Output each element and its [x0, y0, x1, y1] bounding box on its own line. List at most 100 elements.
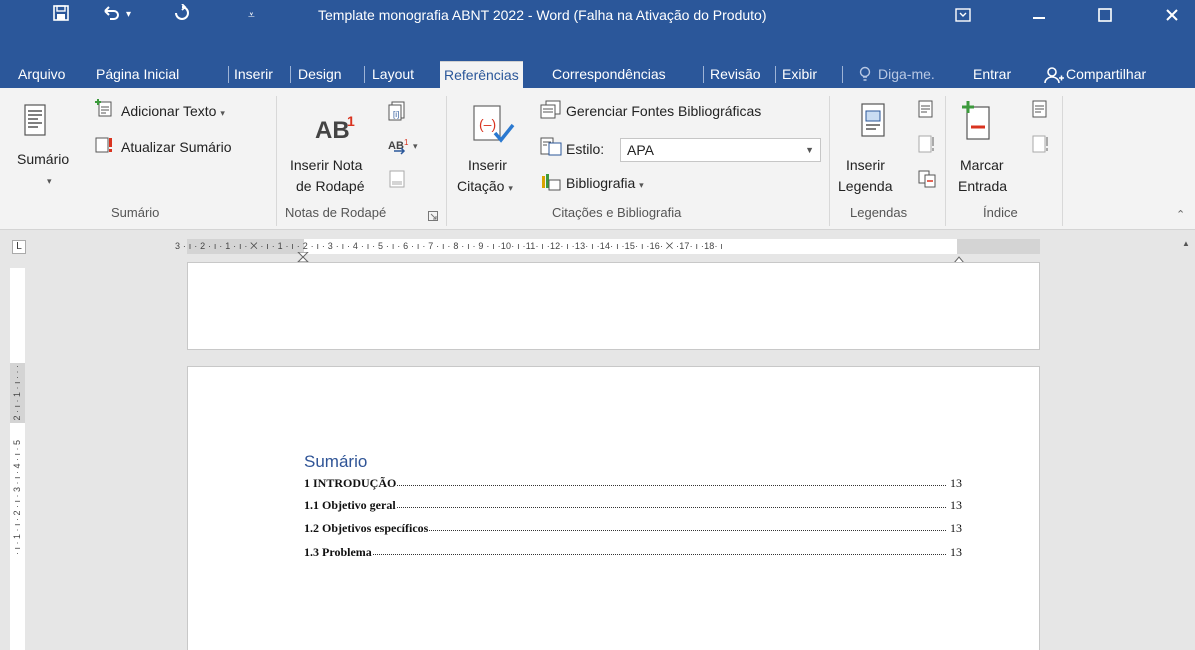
toc-leader [304, 507, 946, 508]
tab-pagina-inicial[interactable]: Página Inicial [96, 61, 179, 88]
insert-citation-icon[interactable]: (–) [471, 103, 517, 150]
insert-footnote-button[interactable]: Inserir Nota [290, 156, 362, 174]
group-label-indice: Índice [983, 205, 1018, 220]
title-row: ▾ ⩡ Template monografia ABNT 2022 - Word… [0, 0, 1195, 30]
tab-exibir[interactable]: Exibir [782, 61, 817, 88]
insert-index-icon[interactable] [1032, 100, 1048, 121]
update-table-of-figures-icon[interactable] [918, 135, 936, 156]
style-label: Estilo: [566, 141, 605, 157]
customize-qat-icon[interactable]: ⩡ [248, 4, 255, 26]
sumario-button[interactable]: Sumário [17, 150, 69, 168]
update-table-icon[interactable] [95, 136, 115, 157]
toc-entry-page: 13 [948, 545, 962, 560]
group-separator [829, 96, 830, 226]
style-select[interactable]: APA ▼ [620, 138, 821, 162]
insert-endnote-icon[interactable]: [i] [388, 101, 406, 124]
tab-design[interactable]: Design [298, 61, 342, 88]
next-footnote-icon[interactable]: AB 1 ▾ [388, 137, 422, 160]
add-text-button[interactable]: Adicionar Texto ▾ [121, 102, 225, 122]
toc-heading[interactable]: Sumário [304, 452, 367, 472]
manage-sources-icon[interactable] [540, 100, 562, 123]
tab-separator [842, 66, 843, 83]
add-text-icon[interactable] [95, 99, 113, 120]
svg-text:1: 1 [347, 113, 355, 129]
group-separator [276, 96, 277, 226]
insert-caption-button[interactable]: Inserir [846, 156, 885, 174]
save-icon[interactable] [52, 4, 70, 26]
toc-entry[interactable]: 1.1 Objetivo geral 13 [304, 498, 962, 514]
sign-in-link[interactable]: Entrar [973, 61, 1011, 88]
minimize-icon[interactable] [1016, 0, 1062, 30]
ruler-scale: 3 · ı · 2 · ı · 1 · ı · ⨉ · ı · 1 · ı · … [175, 241, 724, 251]
insert-caption-label-2: Legenda [838, 178, 893, 194]
maximize-icon[interactable] [1082, 0, 1128, 30]
insert-table-of-figures-icon[interactable] [918, 100, 934, 121]
document-page-1[interactable] [187, 262, 1040, 350]
vertical-scrollbar[interactable]: ▲ [1180, 231, 1195, 650]
style-icon [540, 137, 562, 160]
toc-leader [304, 485, 946, 486]
insert-citation-button[interactable]: Inserir [468, 156, 507, 174]
mark-entry-label-2: Entrada [958, 178, 1008, 194]
undo-icon[interactable] [101, 4, 121, 26]
tab-separator [703, 66, 704, 83]
share-button[interactable]: Compartilhar [1066, 61, 1146, 88]
mark-entry-icon[interactable] [962, 101, 992, 146]
tab-inserir[interactable]: Inserir [234, 61, 273, 88]
group-separator [945, 96, 946, 226]
bibliography-button[interactable]: Bibliografia ▾ [566, 174, 644, 194]
tab-selector[interactable]: L [12, 240, 26, 254]
group-label-legendas: Legendas [850, 205, 908, 220]
style-select-value: APA [627, 142, 654, 158]
update-table-button[interactable]: Atualizar Sumário [121, 138, 232, 156]
share-icon[interactable] [1044, 61, 1064, 88]
svg-text:AB: AB [315, 117, 350, 142]
tab-separator [228, 66, 229, 83]
redo-icon[interactable] [173, 3, 191, 26]
update-index-icon[interactable] [1032, 135, 1050, 156]
chevron-down-icon[interactable]: ▾ [47, 172, 52, 190]
bibliography-icon[interactable] [540, 172, 562, 195]
toc-entry[interactable]: 1 INTRODUÇÃO 13 [304, 476, 962, 492]
toc-entry-text: 1.1 Objetivo geral [304, 498, 397, 513]
insert-caption-icon[interactable] [861, 103, 885, 146]
toc-entry[interactable]: 1.2 Objetivos específicos 13 [304, 521, 962, 537]
tab-separator [364, 66, 365, 83]
svg-text:(–): (–) [479, 116, 496, 132]
ruler-right-margin [957, 239, 1040, 254]
table-of-contents-icon[interactable] [24, 103, 46, 142]
tab-separator [775, 66, 776, 83]
tell-me-input[interactable]: Diga-me. [878, 61, 935, 88]
tab-layout[interactable]: Layout [372, 61, 414, 88]
cross-reference-icon[interactable] [918, 170, 936, 191]
tab-correspondencias[interactable]: Correspondências [552, 61, 666, 88]
insert-footnote-icon[interactable]: AB 1 [315, 112, 359, 145]
toc-leader [304, 554, 946, 555]
tab-arquivo[interactable]: Arquivo [18, 61, 65, 88]
svg-text:AB: AB [388, 140, 404, 152]
scroll-up-icon[interactable]: ▲ [1182, 239, 1190, 248]
group-separator [446, 96, 447, 226]
collapse-ribbon-icon[interactable]: ⌃ [1176, 206, 1185, 224]
insert-footnote-label-2: de Rodapé [296, 178, 365, 194]
ribbon-display-options-icon[interactable] [940, 0, 986, 30]
undo-dropdown-icon[interactable]: ▾ [126, 4, 131, 26]
show-notes-icon[interactable] [389, 170, 405, 191]
chevron-down-icon[interactable]: ▼ [805, 139, 814, 161]
manage-sources-button[interactable]: Gerenciar Fontes Bibliográficas [566, 102, 761, 120]
window-title: Template monografia ABNT 2022 - Word (Fa… [318, 7, 767, 23]
close-icon[interactable] [1149, 0, 1195, 30]
dialog-launcher-icon[interactable] [428, 209, 438, 224]
insert-citation-label-2: Citação ▾ [457, 178, 513, 194]
toc-entry[interactable]: 1.3 Problema 13 [304, 545, 962, 561]
toc-entry-page: 13 [948, 521, 962, 536]
group-label-notas: Notas de Rodapé [285, 205, 387, 220]
vertical-ruler-scale-top: 2 · ı · 1 · ı · · · [12, 365, 22, 421]
toc-entry-text: 1 INTRODUÇÃO [304, 476, 398, 491]
tab-referencias[interactable]: Referências [440, 61, 523, 88]
mark-entry-button[interactable]: Marcar [960, 156, 1004, 174]
toc-entry-page: 13 [948, 498, 962, 513]
tell-me-icon[interactable] [858, 61, 872, 88]
tab-revisao[interactable]: Revisão [710, 61, 761, 88]
svg-text:▾: ▾ [413, 141, 418, 151]
